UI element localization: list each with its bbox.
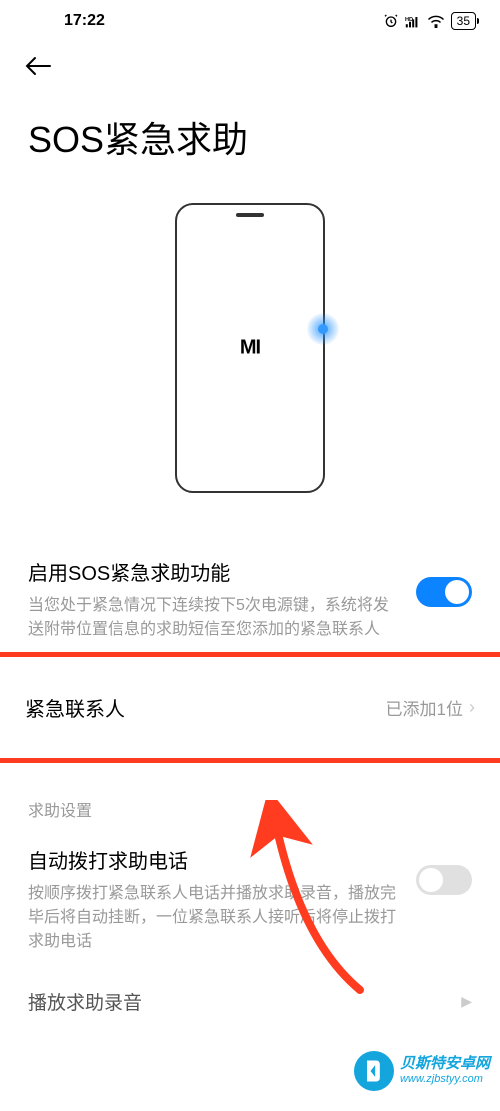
wifi-icon [427,14,445,28]
battery-indicator: 35 [451,12,476,30]
enable-sos-description: 当您处于紧急情况下连续按下5次电源键，系统将发送附带位置信息的求助短信至您添加的… [28,594,396,642]
highlight-annotation: 紧急联系人 已添加1位 › [0,652,500,763]
page-title: SOS紧急求助 [0,91,500,193]
watermark-title: 贝斯特安卓网 [400,1055,490,1073]
play-recording-label: 播放求助录音 [28,988,142,1015]
alarm-icon [383,13,399,29]
emergency-contact-label: 紧急联系人 [25,693,125,722]
phone-frame: MI [175,203,325,493]
auto-call-setting: 自动拨打求助电话 按顺序拨打紧急联系人电话并播放求助录音，播放完毕后将自动挂断，… [28,831,472,968]
watermark: 贝斯特安卓网 www.zjbstyy.com [354,1051,490,1091]
auto-call-title: 自动拨打求助电话 [28,845,396,874]
help-settings-header: 求助设置 [0,773,500,831]
signal-icon: HD [405,14,421,28]
status-indicators: HD 35 [383,12,476,30]
play-recording-row[interactable]: 播放求助录音 ▶ [0,968,500,1035]
play-icon: ▶ [461,993,472,1010]
status-time: 17:22 [24,12,105,30]
auto-call-toggle[interactable] [416,865,472,895]
emergency-contact-value: 已添加1位 [386,695,463,720]
mi-logo: MI [240,337,260,360]
emergency-contact-row[interactable]: 紧急联系人 已添加1位 › [25,693,475,722]
enable-sos-toggle[interactable] [416,577,472,607]
status-bar: 17:22 HD 35 [0,0,500,38]
enable-sos-title: 启用SOS紧急求助功能 [28,557,396,586]
watermark-logo [354,1051,394,1091]
auto-call-description: 按顺序拨打紧急联系人电话并播放求助录音，播放完毕后将自动挂断，一位紧急联系人接听… [28,882,396,954]
back-button[interactable] [24,56,52,81]
power-button-indicator [307,313,339,345]
watermark-url: www.zjbstyy.com [400,1073,490,1086]
enable-sos-setting: 启用SOS紧急求助功能 当您处于紧急情况下连续按下5次电源键，系统将发送附带位置… [28,543,472,656]
phone-illustration: MI [0,193,500,543]
chevron-right-icon: › [469,697,475,718]
nav-bar [0,38,500,91]
